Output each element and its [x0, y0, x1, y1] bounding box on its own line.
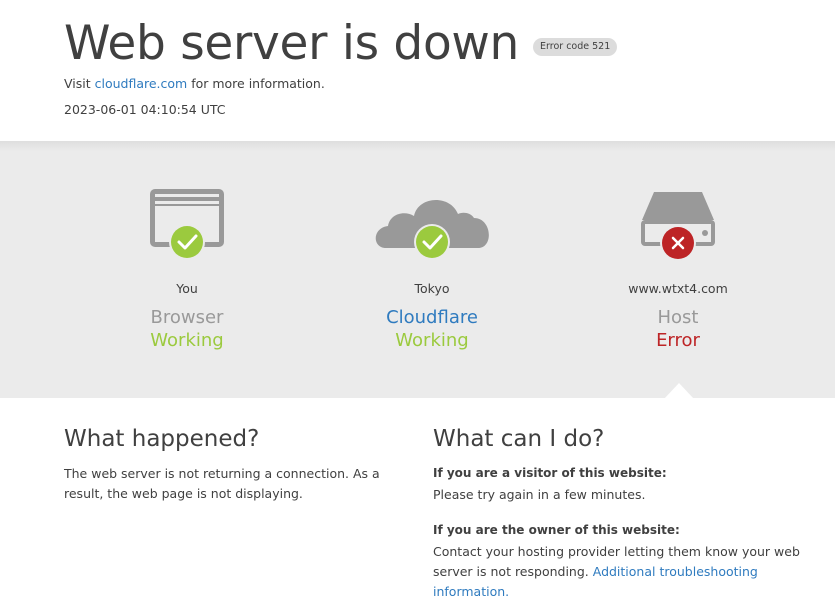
visitor-body: Please try again in a few minutes.	[433, 487, 646, 502]
what-happened-body: The web server is not returning a connec…	[64, 466, 380, 501]
status-pointer	[664, 383, 694, 399]
header: Web server is down Error code 521 Visit …	[0, 0, 835, 141]
status-band: You Browser Working Tokyo Cloudflare Wor…	[0, 141, 835, 398]
host-name: Host	[657, 307, 699, 328]
visitor-heading: If you are a visitor of this website:	[433, 466, 667, 480]
host-status: Error	[656, 330, 700, 351]
error-code-badge: Error code 521	[533, 38, 618, 56]
what-happened-section: What happened? The web server is not ret…	[64, 426, 410, 504]
page-title: Web server is down	[64, 16, 520, 71]
check-icon	[87, 186, 287, 266]
what-can-i-do-heading: What can I do?	[433, 426, 605, 452]
info-section: What happened? The web server is not ret…	[0, 398, 835, 615]
cloudflare-location: Tokyo	[414, 281, 450, 296]
error-x-icon	[578, 186, 778, 266]
browser-status: Working	[150, 330, 224, 351]
visit-prefix: Visit	[64, 76, 95, 91]
cloudflare-link[interactable]: cloudflare.com	[95, 76, 188, 91]
check-icon	[332, 186, 532, 266]
owner-heading: If you are the owner of this website:	[433, 523, 680, 537]
owner-body: Contact your hosting provider letting th…	[433, 542, 803, 602]
cloudflare-status: Working	[395, 330, 469, 351]
visit-line: Visit cloudflare.com for more informatio…	[64, 76, 325, 91]
timestamp: 2023-06-01 04:10:54 UTC	[64, 102, 226, 117]
cloudflare-name[interactable]: Cloudflare	[332, 307, 532, 328]
what-can-i-do-section: What can I do? If you are a visitor of t…	[433, 426, 803, 602]
title-row: Web server is down Error code 521	[64, 14, 618, 74]
browser-name: Browser	[150, 307, 224, 328]
visit-suffix: for more information.	[187, 76, 325, 91]
what-happened-heading: What happened?	[64, 426, 260, 452]
host-location: www.wtxt4.com	[628, 281, 728, 296]
browser-location: You	[176, 281, 198, 296]
